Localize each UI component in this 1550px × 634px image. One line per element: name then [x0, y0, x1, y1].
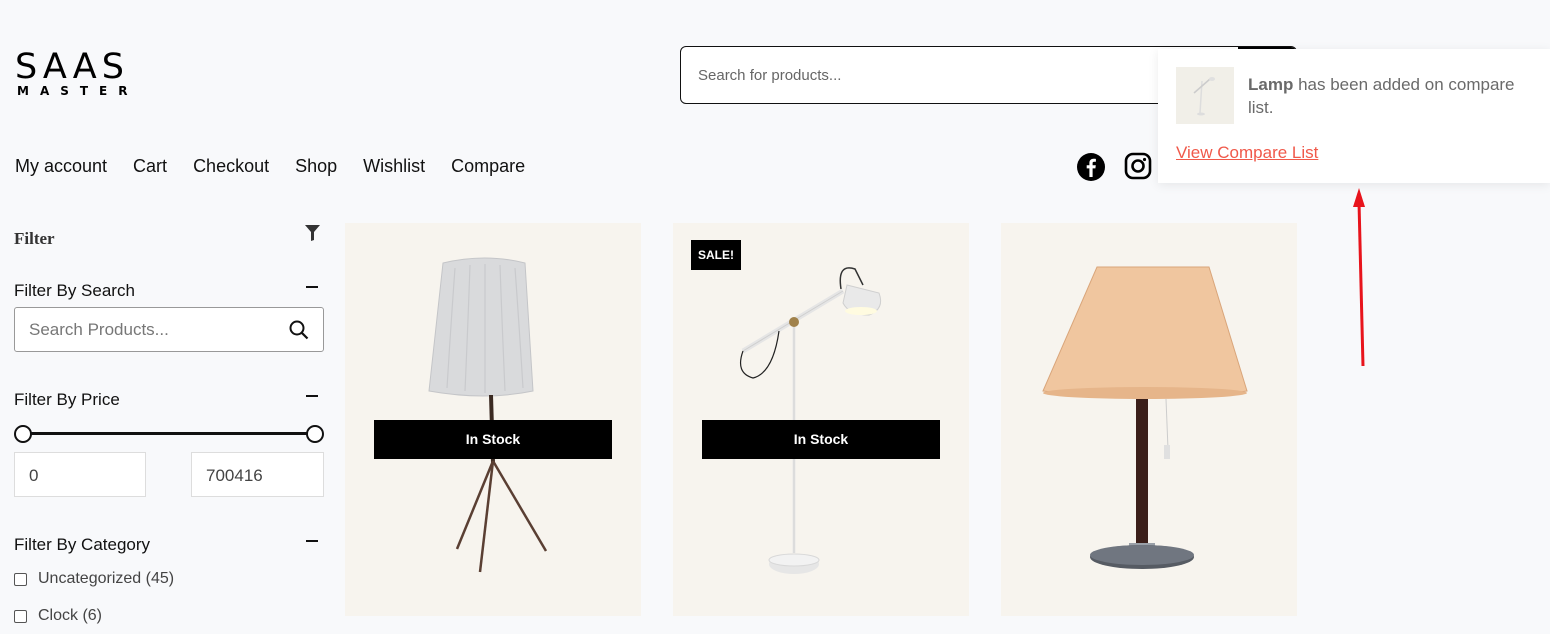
product-card[interactable]: SALE! In Stock — [673, 223, 969, 616]
facebook-icon[interactable] — [1076, 152, 1106, 182]
site-logo[interactable]: SAAS MASTER — [15, 47, 150, 99]
collapse-price-icon[interactable] — [306, 395, 318, 397]
category-label: Clock (6) — [38, 607, 103, 624]
price-slider-max-handle[interactable] — [306, 425, 324, 443]
filter-funnel-icon[interactable] — [304, 224, 321, 247]
toast-message: Lamp has been added on compare list. — [1248, 73, 1518, 119]
search-products-field — [14, 307, 324, 352]
category-checkbox[interactable] — [14, 609, 27, 623]
search-products-input[interactable] — [15, 308, 275, 351]
in-stock-button[interactable]: In Stock — [374, 420, 612, 459]
toast-product-name: Lamp — [1248, 75, 1294, 94]
price-slider-min-handle[interactable] — [14, 425, 32, 443]
toast-product-thumbnail — [1176, 67, 1234, 124]
product-card[interactable]: In Stock — [345, 223, 641, 616]
product-image-table-lamp — [1042, 266, 1248, 569]
category-item[interactable]: Uncategorized (45) — [14, 570, 174, 588]
in-stock-button[interactable]: In Stock — [702, 420, 940, 459]
logo-main-text: SAAS — [15, 47, 129, 87]
filter-by-search-title: Filter By Search — [14, 281, 135, 300]
category-checkbox[interactable] — [14, 572, 27, 586]
filter-by-category-title: Filter By Category — [14, 535, 151, 554]
filter-by-price-title: Filter By Price — [14, 390, 120, 409]
nav-shop[interactable]: Shop — [295, 156, 337, 177]
instagram-icon[interactable] — [1124, 152, 1152, 180]
filter-heading: Filter — [14, 229, 55, 248]
logo-sub-text: MASTER — [17, 84, 139, 98]
price-max-input[interactable]: 700416 — [191, 452, 324, 497]
nav-checkout[interactable]: Checkout — [193, 156, 269, 177]
compare-notification: Lamp has been added on compare list. Vie… — [1158, 49, 1550, 183]
nav-wishlist[interactable]: Wishlist — [363, 156, 425, 177]
view-compare-list-link[interactable]: View Compare List — [1176, 143, 1318, 163]
annotation-arrow-icon — [1340, 180, 1380, 377]
price-slider-track[interactable] — [22, 432, 316, 435]
price-min-input[interactable]: 0 — [14, 452, 146, 497]
main-nav: My account Cart Checkout Shop Wishlist C… — [15, 156, 551, 177]
collapse-search-icon[interactable] — [306, 286, 318, 288]
collapse-category-icon[interactable] — [306, 540, 318, 542]
nav-compare[interactable]: Compare — [451, 156, 525, 177]
nav-my-account[interactable]: My account — [15, 156, 107, 177]
search-icon[interactable] — [289, 320, 309, 345]
category-item[interactable]: Clock (6) — [14, 607, 102, 625]
sale-badge: SALE! — [691, 240, 741, 270]
nav-cart[interactable]: Cart — [133, 156, 167, 177]
category-label: Uncategorized (45) — [38, 570, 175, 587]
product-card[interactable] — [1001, 223, 1297, 616]
